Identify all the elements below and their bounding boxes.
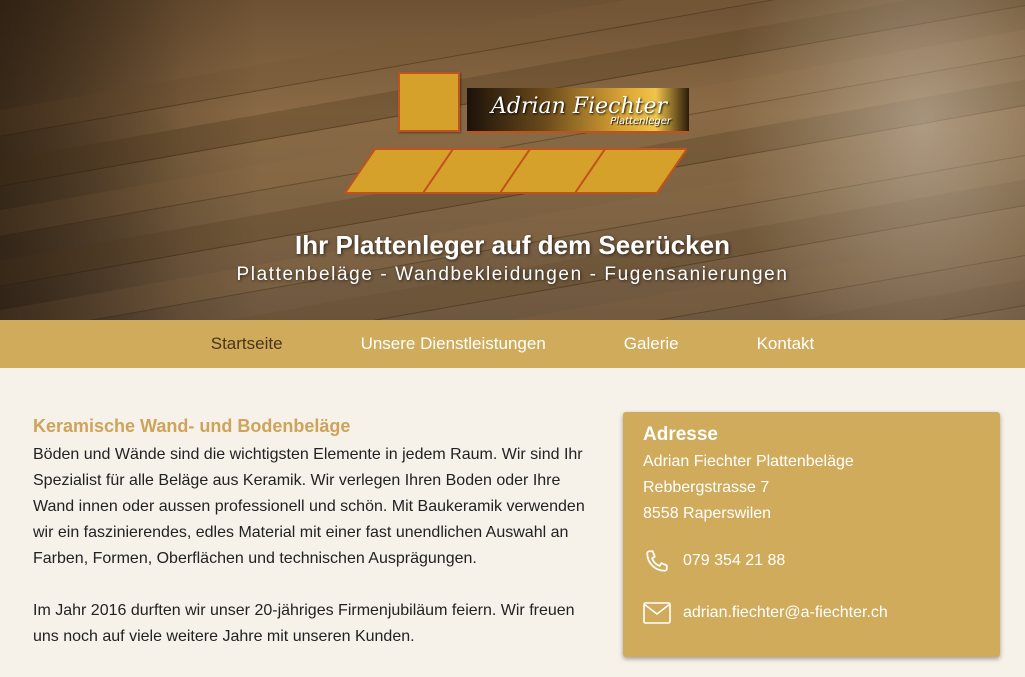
intro-section: Keramische Wand- und Bodenbeläge Böden u… <box>33 416 593 650</box>
address-card: Adresse Adrian Fiechter Plattenbeläge Re… <box>623 412 1000 657</box>
email-row[interactable]: adrian.fiechter@a-fiechter.ch <box>643 599 980 627</box>
intro-paragraph: Böden und Wände sind die wichtigsten Ele… <box>33 446 585 567</box>
nav-item-galerie[interactable]: Galerie <box>624 334 679 354</box>
address-heading: Adresse <box>643 424 718 445</box>
hero-subtitle: Plattenbeläge - Wandbekleidungen - Fugen… <box>236 264 789 285</box>
address-city: 8558 Raperswilen <box>643 505 772 522</box>
phone-row[interactable]: 079 354 21 88 <box>643 547 980 575</box>
phone-icon <box>643 547 671 575</box>
logo-banner: Adrian Fiechter Plattenleger <box>467 88 689 133</box>
anniversary-paragraph: Im Jahr 2016 durften wir unser 20-jährig… <box>33 602 575 645</box>
nav-item-kontakt[interactable]: Kontakt <box>757 334 815 354</box>
address-street: Rebbergstrasse 7 <box>643 479 770 496</box>
phone-number[interactable]: 079 354 21 88 <box>683 552 785 570</box>
envelope-icon <box>643 599 671 627</box>
nav-item-startseite[interactable]: Startseite <box>211 334 283 354</box>
logo-tile-4 <box>575 147 687 195</box>
email-address[interactable]: adrian.fiechter@a-fiechter.ch <box>683 604 888 622</box>
hero-title: Ihr Plattenleger auf dem Seerücken <box>295 230 730 260</box>
address-company: Adrian Fiechter Plattenbeläge <box>643 453 854 470</box>
company-logo[interactable]: Adrian Fiechter Plattenleger <box>345 70 695 200</box>
main-nav: Startseite Unsere Dienstleistungen Galer… <box>0 320 1025 368</box>
logo-subtitle: Plattenleger <box>610 116 671 127</box>
nav-item-dienstleistungen[interactable]: Unsere Dienstleistungen <box>361 334 546 354</box>
section-heading: Keramische Wand- und Bodenbeläge <box>33 416 351 436</box>
main-content: Keramische Wand- und Bodenbeläge Böden u… <box>0 368 1025 677</box>
logo-square-tile <box>398 72 460 132</box>
hero-banner: Adrian Fiechter Plattenleger Ihr Platten… <box>0 0 1025 320</box>
